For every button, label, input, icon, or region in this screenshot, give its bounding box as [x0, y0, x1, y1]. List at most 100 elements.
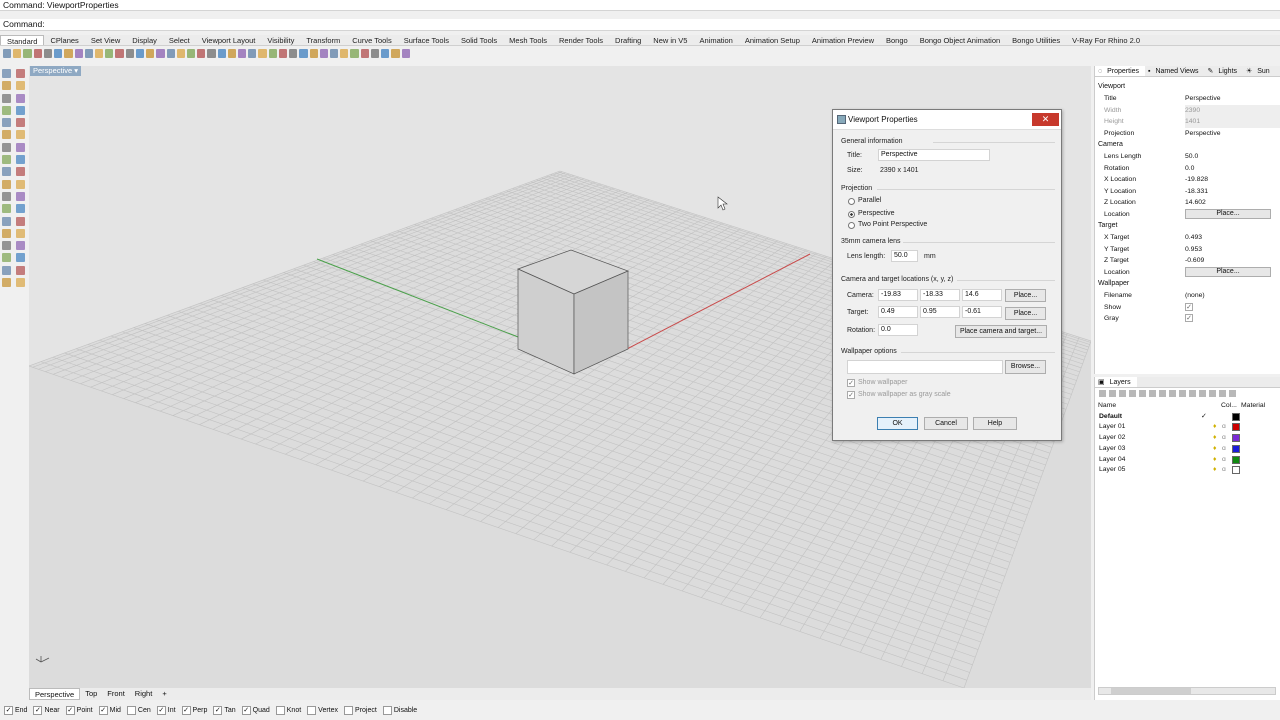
osnap-checkbox[interactable]: ✓: [241, 706, 251, 715]
modeling-tool-icon[interactable]: [16, 167, 25, 177]
view-tab-right[interactable]: Right: [130, 688, 158, 700]
layer-row[interactable]: Layer 04 ♦ ɑ: [1095, 455, 1280, 466]
tab-bongo-object-animation[interactable]: Bongo Object Animation: [914, 35, 1006, 45]
tab-select[interactable]: Select: [163, 35, 196, 45]
perspective-radio[interactable]: [848, 211, 855, 218]
toolbar-tool-icon[interactable]: [125, 48, 134, 58]
tab-cplanes[interactable]: CPlanes: [44, 35, 84, 45]
target-y-field[interactable]: 0.95: [920, 306, 960, 318]
layer-tool-icon[interactable]: [1159, 390, 1166, 397]
osnap-checkbox[interactable]: ✓: [181, 706, 191, 715]
lightbulb-icon[interactable]: ♦: [1213, 444, 1222, 455]
layer-row[interactable]: Layer 03 ♦ ɑ: [1095, 444, 1280, 455]
osnap-perp[interactable]: ✓ Perp: [181, 706, 207, 715]
tab-animation[interactable]: Animation: [693, 35, 738, 45]
lightbulb-icon[interactable]: [1213, 412, 1222, 423]
tab-lights[interactable]: ✎ Lights: [1205, 66, 1244, 76]
lens-length-field[interactable]: 50.0: [891, 250, 918, 262]
modeling-tool-icon[interactable]: [16, 191, 25, 201]
toolbar-tool-icon[interactable]: [105, 48, 114, 58]
toolbar-tool-icon[interactable]: [289, 48, 298, 58]
lightbulb-icon[interactable]: ♦: [1213, 433, 1222, 444]
tab-transform[interactable]: Transform: [300, 35, 346, 45]
lock-icon[interactable]: [1222, 412, 1232, 423]
property-value[interactable]: -0.609: [1185, 255, 1280, 267]
tab-solid-tools[interactable]: Solid Tools: [455, 35, 503, 45]
tab-new-in-v5[interactable]: New in V5: [647, 35, 693, 45]
toolbar-tool-icon[interactable]: [146, 48, 155, 58]
toolbar-tool-icon[interactable]: [360, 48, 369, 58]
tab-properties[interactable]: ◌ Properties: [1095, 66, 1146, 76]
toolbar-tool-icon[interactable]: [74, 48, 83, 58]
property-value[interactable]: -18.331: [1185, 186, 1280, 198]
toolbar-tool-icon[interactable]: [13, 48, 22, 58]
toolbar-tool-icon[interactable]: [166, 48, 175, 58]
lock-icon[interactable]: ɑ: [1222, 422, 1232, 433]
modeling-tool-icon[interactable]: [16, 265, 25, 275]
modeling-tool-icon[interactable]: [2, 81, 11, 91]
modeling-tool-icon[interactable]: [2, 105, 11, 115]
rotation-field[interactable]: 0.0: [878, 324, 918, 336]
osnap-tan[interactable]: ✓ Tan: [213, 706, 236, 715]
tab-animation-setup[interactable]: Animation Setup: [739, 35, 806, 45]
modeling-tool-icon[interactable]: [2, 241, 11, 251]
toolbar-tool-icon[interactable]: [33, 48, 42, 58]
property-value[interactable]: Perspective: [1185, 128, 1280, 140]
toolbar-tool-icon[interactable]: [227, 48, 237, 58]
toolbar-tool-icon[interactable]: [401, 48, 410, 58]
toolbar-tool-icon[interactable]: [330, 48, 339, 58]
layer-tool-icon[interactable]: [1179, 390, 1186, 397]
modeling-tool-icon[interactable]: [16, 105, 25, 115]
modeling-tool-icon[interactable]: [2, 142, 11, 152]
modeling-tool-icon[interactable]: [2, 155, 11, 165]
dialog-close-button[interactable]: ✕: [1032, 113, 1059, 126]
wallpaper-filename-field[interactable]: [847, 360, 1003, 374]
toolbar-tool-icon[interactable]: [3, 48, 12, 58]
two-point-radio[interactable]: [848, 222, 855, 229]
show-wallpaper-checkbox[interactable]: ✓: [847, 379, 855, 387]
show-checkbox[interactable]: ✓: [1185, 302, 1193, 311]
cancel-button[interactable]: Cancel: [924, 417, 968, 430]
osnap-checkbox[interactable]: [344, 706, 354, 715]
property-value[interactable]: 50.0: [1185, 151, 1280, 163]
modeling-tool-icon[interactable]: [2, 130, 11, 140]
target-x-field[interactable]: 0.49: [878, 306, 918, 318]
layers-scrollbar[interactable]: [1098, 687, 1276, 695]
property-value[interactable]: 0.493: [1185, 232, 1280, 244]
toolbar-tool-icon[interactable]: [299, 48, 308, 58]
property-value[interactable]: 14.602: [1185, 197, 1280, 209]
osnap-quad[interactable]: ✓ Quad: [241, 706, 270, 715]
osnap-point[interactable]: ✓ Point: [65, 706, 93, 715]
view-tab-front[interactable]: Front: [102, 688, 130, 700]
modeling-tool-icon[interactable]: [16, 93, 25, 103]
modeling-tool-icon[interactable]: [16, 130, 25, 140]
modeling-tool-icon[interactable]: [2, 204, 11, 214]
tab-viewport-layout[interactable]: Viewport Layout: [196, 35, 262, 45]
tab-mesh-tools[interactable]: Mesh Tools: [503, 35, 553, 45]
modeling-tool-icon[interactable]: [2, 228, 11, 238]
toolbar-tool-icon[interactable]: [94, 48, 104, 58]
layer-color-swatch[interactable]: [1232, 434, 1240, 443]
lock-icon[interactable]: ɑ: [1222, 433, 1232, 444]
tab-bongo-utilities[interactable]: Bongo Utilities: [1006, 35, 1066, 45]
tab-drafting[interactable]: Drafting: [609, 35, 647, 45]
modeling-tool-icon[interactable]: [2, 93, 11, 103]
osnap-checkbox[interactable]: [307, 706, 317, 715]
layer-tool-icon[interactable]: [1169, 390, 1176, 397]
property-value[interactable]: 1401: [1185, 116, 1280, 128]
toolbar-tool-icon[interactable]: [309, 48, 318, 58]
toolbar-tool-icon[interactable]: [54, 48, 63, 58]
tab-bongo[interactable]: Bongo: [880, 35, 914, 45]
command-line[interactable]: Command:: [0, 19, 1280, 31]
osnap-checkbox[interactable]: [126, 706, 136, 715]
modeling-tool-icon[interactable]: [2, 118, 11, 128]
toolbar-tool-icon[interactable]: [23, 48, 32, 58]
toolbar-tool-icon[interactable]: [84, 48, 93, 58]
toolbar-tool-icon[interactable]: [156, 48, 165, 58]
toolbar-tool-icon[interactable]: [43, 48, 53, 58]
tab-layers[interactable]: ▣ Layers: [1095, 377, 1137, 387]
property-value[interactable]: -19.828: [1185, 174, 1280, 186]
ok-button[interactable]: OK: [877, 417, 918, 430]
toolbar-tool-icon[interactable]: [197, 48, 206, 58]
browse-button[interactable]: Browse...: [1005, 360, 1046, 374]
